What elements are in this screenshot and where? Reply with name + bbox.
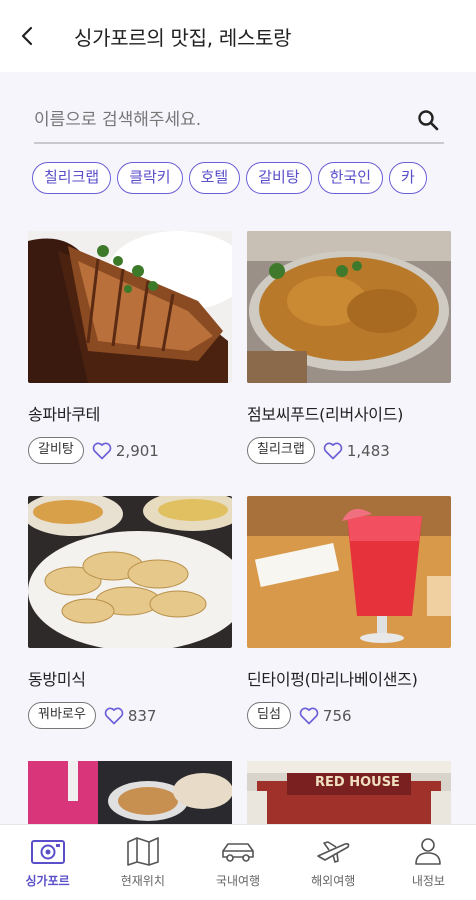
chip-galbitang[interactable]: 갈비탕 (246, 162, 312, 194)
chip-clarke-quay[interactable]: 클락키 (117, 162, 183, 194)
search-bar (34, 98, 444, 144)
heart-icon (92, 442, 112, 459)
nav-label: 해외여행 (311, 874, 356, 888)
card-meta: 갈비탕 2,901 (28, 437, 232, 464)
nav-current-location[interactable]: 현재위치 (95, 825, 190, 900)
category-tag[interactable]: 칠리크랩 (247, 437, 315, 464)
category-tag[interactable]: 갈비탕 (28, 437, 84, 464)
category-chips: 칠리크랩 클락키 호텔 갈비탕 한국인 카 (32, 162, 476, 196)
back-button[interactable] (0, 0, 56, 72)
heart-icon (104, 707, 124, 724)
search-input[interactable] (34, 110, 404, 130)
restaurant-photo (247, 496, 451, 648)
nav-my-info[interactable]: 내정보 (381, 825, 476, 900)
like-button[interactable]: 837 (104, 706, 157, 725)
restaurant-name: 동방미식 (28, 670, 86, 689)
search-icon[interactable] (416, 108, 440, 132)
app-header: 싱가포르의 맛집, 레스토랑 (0, 0, 476, 72)
chip-partial[interactable]: 카 (389, 162, 427, 194)
restaurant-photo-partial[interactable] (28, 761, 232, 824)
restaurant-card[interactable]: 점보씨푸드(리버사이드) 칠리크랩 1,483 (247, 231, 451, 464)
restaurant-photo (247, 231, 451, 383)
restaurant-card[interactable]: 딘타이펑(마리나베이샌즈) 딤섬 756 (247, 496, 451, 729)
nav-domestic-travel[interactable]: 국내여행 (190, 825, 285, 900)
building-image (247, 761, 451, 824)
restaurant-card[interactable]: 동방미식 꿔바로우 837 (28, 496, 232, 729)
nav-label: 내정보 (411, 874, 445, 888)
chip-chili-crab[interactable]: 칠리크랩 (32, 162, 112, 194)
like-count: 837 (127, 706, 157, 725)
nav-label: 국내여행 (215, 874, 261, 888)
person-icon (415, 838, 442, 865)
chip-hotel[interactable]: 호텔 (188, 162, 241, 194)
car-icon (222, 843, 254, 862)
restaurant-card[interactable]: 송파바쿠테 갈비탕 2,901 (28, 231, 232, 464)
restaurant-name: 딘타이펑(마리나베이샌즈) (247, 670, 418, 689)
card-meta: 딤섬 756 (247, 702, 451, 729)
bottom-navigation: 싱가포르 현재위치 국내여행 해외여행 내정보 (0, 824, 476, 900)
like-count: 2,901 (115, 441, 159, 460)
map-icon (126, 837, 159, 866)
restaurant-photo (28, 496, 232, 648)
airplane-icon (317, 841, 350, 863)
nav-overseas-travel[interactable]: 해외여행 (286, 825, 381, 900)
restaurant-name: 송파바쿠테 (28, 405, 101, 424)
restaurant-photo-partial[interactable]: RED HOUSE (247, 761, 451, 824)
sign-text: RED HOUSE (315, 775, 400, 790)
card-meta: 칠리크랩 1,483 (247, 437, 451, 464)
heart-icon (299, 707, 319, 724)
like-button[interactable]: 1,483 (323, 442, 390, 460)
like-count: 756 (322, 706, 352, 725)
restaurant-photo (28, 231, 232, 383)
category-tag[interactable]: 꿔바로우 (28, 702, 96, 729)
chevron-left-icon (21, 26, 33, 46)
camera-icon (30, 840, 65, 864)
like-button[interactable]: 2,901 (92, 442, 159, 460)
page-title: 싱가포르의 맛집, 레스토랑 (74, 25, 292, 50)
like-count: 1,483 (346, 441, 390, 460)
restaurant-name: 점보씨푸드(리버사이드) (247, 405, 404, 424)
like-button[interactable]: 756 (299, 707, 352, 725)
heart-icon (323, 442, 343, 459)
nav-label: 싱가포르 (25, 874, 70, 888)
card-meta: 꿔바로우 837 (28, 702, 232, 729)
chip-korean[interactable]: 한국인 (317, 162, 384, 194)
category-tag[interactable]: 딤섬 (247, 702, 291, 729)
nav-singapore[interactable]: 싱가포르 (0, 825, 95, 900)
nav-label: 현재위치 (120, 874, 165, 888)
